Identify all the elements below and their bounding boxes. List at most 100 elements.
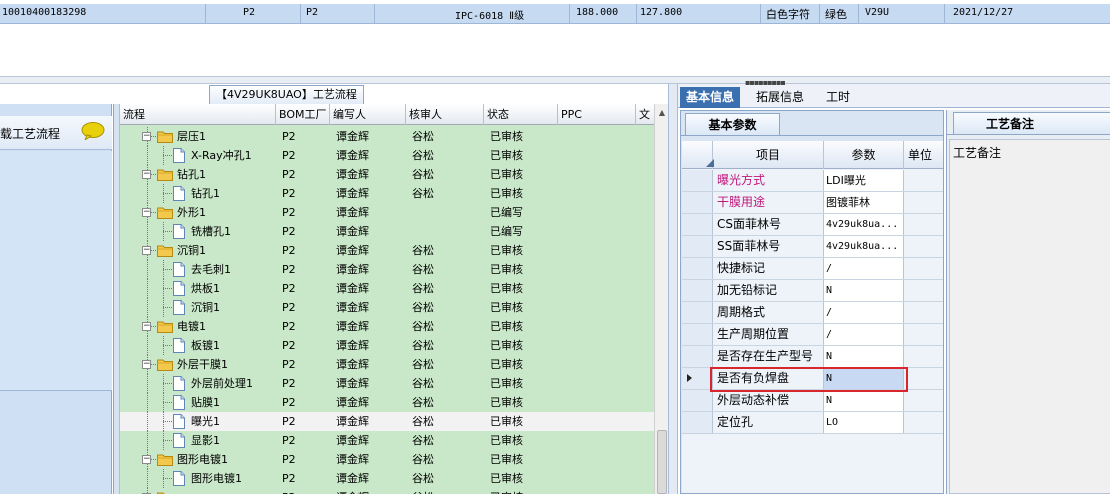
col-header-reviewer[interactable]: 核审人 <box>406 104 484 125</box>
row-indicator[interactable] <box>682 368 713 389</box>
col-header-flow[interactable]: 流程 <box>120 104 276 125</box>
row-indicator[interactable] <box>682 346 713 367</box>
row-cell-author: 谭金辉 <box>336 453 369 466</box>
row-indicator[interactable] <box>682 192 713 213</box>
table-row[interactable]: − 钻孔1 P2 谭金辉 谷松 已审核 <box>120 165 660 184</box>
param-value-field[interactable]: / <box>824 258 904 279</box>
param-row[interactable]: 生产周期位置 / <box>682 324 943 346</box>
row-indicator[interactable] <box>682 258 713 279</box>
table-row[interactable]: − 图形电镀1 P2 谭金辉 谷松 已审核 <box>120 450 660 469</box>
col-header-ppc[interactable]: PPC <box>558 104 636 125</box>
param-unit <box>904 390 943 411</box>
tab-process-remarks[interactable]: 工艺备注 <box>953 112 1110 134</box>
param-value-field[interactable]: N <box>824 346 904 367</box>
drag-handle-icon[interactable]: ▪▪▪▪▪▪▪▪▪ <box>745 78 786 87</box>
table-row[interactable]: −P2谭金辉谷松已审核 <box>120 488 660 494</box>
process-remarks-textarea[interactable] <box>949 139 1110 494</box>
tree-node-label: 电镀1 <box>177 320 206 333</box>
row-indicator[interactable] <box>682 280 713 301</box>
row-indicator[interactable] <box>682 390 713 411</box>
top-cell-date: 2021/12/27 <box>953 7 1014 18</box>
table-row[interactable]: 图形电镀1 P2 谭金辉 谷松 已审核 <box>120 469 660 488</box>
table-row[interactable]: − 层压1 P2 谭金辉 谷松 已审核 <box>120 127 660 146</box>
params-col-unit[interactable]: 单位 <box>904 141 943 169</box>
row-cell-reviewer: 谷松 <box>412 434 434 447</box>
param-value-field[interactable]: LO <box>824 412 904 433</box>
scroll-up-arrow-icon[interactable]: ▲ <box>655 106 669 120</box>
collapse-toggle-icon[interactable]: − <box>142 246 151 255</box>
table-row[interactable]: 铣槽孔1 P2 谭金辉 已编写 <box>120 222 660 241</box>
param-row[interactable]: 外层动态补偿 N <box>682 390 943 412</box>
file-icon <box>173 281 185 296</box>
row-cell-factory: P2 <box>282 472 296 485</box>
param-value-field[interactable]: 图镀菲林 <box>824 192 904 213</box>
param-value-field[interactable]: / <box>824 302 904 323</box>
table-row[interactable]: 钻孔1 P2 谭金辉 谷松 已审核 <box>120 184 660 203</box>
param-value-field[interactable]: N <box>824 280 904 301</box>
row-indicator[interactable] <box>682 324 713 345</box>
param-row[interactable]: 是否存在生产型号 N <box>682 346 943 368</box>
param-row[interactable]: 快捷标记 / <box>682 258 943 280</box>
param-row[interactable]: 周期格式 / <box>682 302 943 324</box>
param-value-field[interactable]: N <box>824 390 904 411</box>
table-row[interactable]: 曝光1 P2 谭金辉 谷松 已审核 <box>120 412 660 431</box>
param-value-field[interactable]: LDI曝光 <box>824 170 904 191</box>
col-header-author[interactable]: 编写人 <box>330 104 406 125</box>
horizontal-splitter[interactable] <box>0 76 1110 84</box>
tab-basic-info[interactable]: 基本信息 <box>680 87 741 108</box>
collapse-toggle-icon[interactable]: − <box>142 208 151 217</box>
param-row[interactable]: 干膜用途 图镀菲林 <box>682 192 943 214</box>
row-cell-author: 谭金辉 <box>336 130 369 143</box>
col-header-bom-factory[interactable]: BOM工厂 <box>276 104 330 125</box>
vertical-splitter[interactable] <box>668 84 678 494</box>
tab-extended-info[interactable]: 拓展信息 <box>750 87 810 108</box>
param-unit <box>904 258 943 279</box>
row-indicator[interactable] <box>682 170 713 191</box>
row-cell-author: 谭金辉 <box>336 488 369 494</box>
folder-icon <box>157 321 173 333</box>
left-panel-header[interactable]: 载工艺流程 <box>0 116 112 150</box>
table-row[interactable]: 外层前处理1 P2 谭金辉 谷松 已审核 <box>120 374 660 393</box>
top-grid-selected-row[interactable]: 10010400183298 P2 P2 IPC-6018 Ⅱ级 188.000… <box>0 4 1110 24</box>
table-row[interactable]: 去毛刺1 P2 谭金辉 谷松 已审核 <box>120 260 660 279</box>
row-indicator[interactable] <box>682 302 713 323</box>
table-row[interactable]: − 沉铜1 P2 谭金辉 谷松 已审核 <box>120 241 660 260</box>
collapse-toggle-icon[interactable]: − <box>142 455 151 464</box>
table-row[interactable]: − 外层干膜1 P2 谭金辉 谷松 已审核 <box>120 355 660 374</box>
param-row[interactable]: CS面菲林号 4v29uk8ua... <box>682 214 943 236</box>
param-row[interactable]: 加无铅标记 N <box>682 280 943 302</box>
speech-bubble-icon[interactable] <box>81 122 105 140</box>
table-row[interactable]: 显影1 P2 谭金辉 谷松 已审核 <box>120 431 660 450</box>
params-col-item[interactable]: 项目 <box>713 141 824 169</box>
collapse-toggle-icon[interactable]: − <box>142 360 151 369</box>
row-indicator[interactable] <box>682 412 713 433</box>
row-cell-factory: P2 <box>282 488 296 494</box>
tree-vertical-scrollbar[interactable]: ▲ <box>654 104 668 494</box>
table-row[interactable]: 板镀1 P2 谭金辉 谷松 已审核 <box>120 336 660 355</box>
collapse-toggle-icon[interactable]: − <box>142 170 151 179</box>
row-indicator[interactable] <box>682 214 713 235</box>
table-row[interactable]: − 电镀1 P2 谭金辉 谷松 已审核 <box>120 317 660 336</box>
table-row[interactable]: 贴膜1 P2 谭金辉 谷松 已审核 <box>120 393 660 412</box>
scrollbar-thumb[interactable] <box>657 430 667 494</box>
tab-work-hours[interactable]: 工时 <box>820 87 856 108</box>
row-indicator[interactable] <box>682 236 713 257</box>
table-row[interactable]: 沉铜1 P2 谭金辉 谷松 已审核 <box>120 298 660 317</box>
param-value-field[interactable]: 4v29uk8ua... <box>824 236 904 257</box>
param-row[interactable]: 定位孔 LO <box>682 412 943 434</box>
param-row[interactable]: SS面菲林号 4v29uk8ua... <box>682 236 943 258</box>
params-col-value[interactable]: 参数 <box>824 141 904 169</box>
param-value-field[interactable]: 4v29uk8ua... <box>824 214 904 235</box>
collapse-toggle-icon[interactable]: − <box>142 132 151 141</box>
params-grid-header: 项目 参数 单位 <box>682 141 943 169</box>
param-name: 曝光方式 <box>713 170 824 191</box>
param-row[interactable]: 曝光方式 LDI曝光 <box>682 170 943 192</box>
top-cell-order-no: 10010400183298 <box>2 7 87 18</box>
col-header-status[interactable]: 状态 <box>484 104 558 125</box>
table-row[interactable]: X-Ray冲孔1 P2 谭金辉 谷松 已审核 <box>120 146 660 165</box>
collapse-toggle-icon[interactable]: − <box>142 322 151 331</box>
tab-basic-params[interactable]: 基本参数 <box>685 113 780 135</box>
param-value-field[interactable]: / <box>824 324 904 345</box>
table-row[interactable]: 烘板1 P2 谭金辉 谷松 已审核 <box>120 279 660 298</box>
table-row[interactable]: − 外形1 P2 谭金辉 已编写 <box>120 203 660 222</box>
